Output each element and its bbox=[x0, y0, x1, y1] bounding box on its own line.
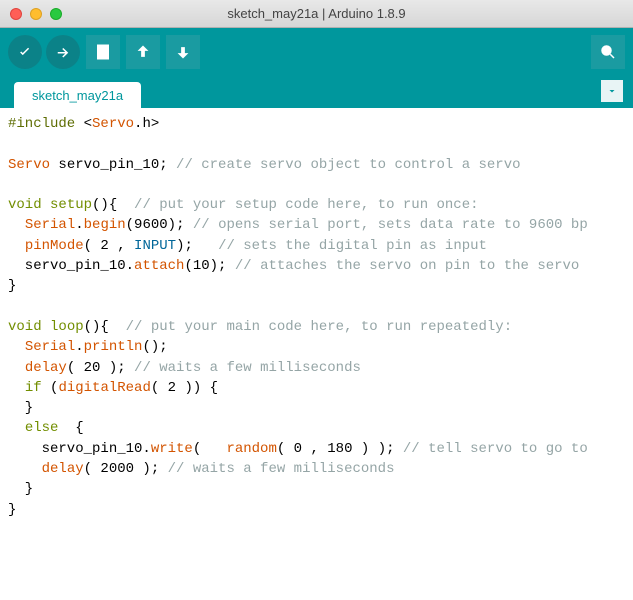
code-token: // create servo object to control a serv… bbox=[176, 157, 520, 173]
code-token: digitalRead bbox=[58, 380, 150, 396]
code-token: setup bbox=[50, 197, 92, 213]
minimize-button[interactable] bbox=[30, 8, 42, 20]
code-token: servo_pin_10. bbox=[8, 258, 134, 274]
code-token bbox=[42, 319, 50, 335]
code-token: // sets the digital pin as input bbox=[218, 238, 487, 254]
maximize-button[interactable] bbox=[50, 8, 62, 20]
code-token: (){ bbox=[92, 197, 134, 213]
code-token: ); bbox=[176, 238, 218, 254]
code-token: . bbox=[75, 339, 83, 355]
code-token: delay bbox=[25, 360, 67, 376]
code-token bbox=[8, 217, 25, 233]
code-token: { bbox=[58, 420, 83, 436]
serial-monitor-button[interactable] bbox=[591, 35, 625, 69]
code-token: INPUT bbox=[134, 238, 176, 254]
code-token: } bbox=[8, 278, 16, 294]
code-token: ( 2 )) { bbox=[151, 380, 218, 396]
code-token: } bbox=[8, 481, 33, 497]
code-token: } bbox=[8, 400, 33, 416]
code-token bbox=[8, 380, 25, 396]
code-token: // waits a few milliseconds bbox=[134, 360, 361, 376]
code-token bbox=[8, 238, 25, 254]
code-token: . bbox=[75, 217, 83, 233]
window-title: sketch_may21a | Arduino 1.8.9 bbox=[0, 6, 633, 21]
close-button[interactable] bbox=[10, 8, 22, 20]
code-token: pinMode bbox=[25, 238, 84, 254]
sketch-tab[interactable]: sketch_may21a bbox=[14, 82, 141, 108]
code-token: void bbox=[8, 197, 42, 213]
code-token: (10); bbox=[184, 258, 234, 274]
code-token bbox=[8, 360, 25, 376]
code-token: // opens serial port, sets data rate to … bbox=[193, 217, 588, 233]
open-button[interactable] bbox=[126, 35, 160, 69]
new-file-button[interactable] bbox=[86, 35, 120, 69]
save-button[interactable] bbox=[166, 35, 200, 69]
code-token: < bbox=[75, 116, 92, 132]
traffic-lights bbox=[10, 8, 62, 20]
code-token: // attaches the servo on pin to the serv… bbox=[235, 258, 588, 274]
code-token: delay bbox=[42, 461, 84, 477]
code-token: if bbox=[25, 380, 42, 396]
code-token: (9600); bbox=[126, 217, 193, 233]
code-token bbox=[8, 420, 25, 436]
code-token: ( 2 , bbox=[84, 238, 134, 254]
code-token: loop bbox=[50, 319, 84, 335]
code-token: // waits a few milliseconds bbox=[168, 461, 395, 477]
code-token: (); bbox=[142, 339, 167, 355]
code-token: ( bbox=[42, 380, 59, 396]
code-token: servo_pin_10. bbox=[8, 441, 151, 457]
code-token: ( bbox=[193, 441, 227, 457]
code-token: // put your setup code here, to run once… bbox=[134, 197, 478, 213]
upload-button[interactable] bbox=[46, 35, 80, 69]
code-token bbox=[8, 339, 25, 355]
code-token: Servo bbox=[8, 157, 50, 173]
code-token: else bbox=[25, 420, 59, 436]
code-token: // tell servo to go to bbox=[403, 441, 588, 457]
code-token bbox=[8, 461, 42, 477]
code-token: println bbox=[84, 339, 143, 355]
code-token: servo_pin_10; bbox=[50, 157, 176, 173]
code-token: .h> bbox=[134, 116, 159, 132]
code-token: attach bbox=[134, 258, 184, 274]
code-token bbox=[42, 197, 50, 213]
verify-button[interactable] bbox=[8, 35, 42, 69]
tab-bar: sketch_may21a bbox=[0, 76, 633, 108]
code-token: (){ bbox=[84, 319, 126, 335]
code-token: Serial bbox=[25, 217, 75, 233]
code-token: ( 2000 ); bbox=[84, 461, 168, 477]
window-title-bar: sketch_may21a | Arduino 1.8.9 bbox=[0, 0, 633, 28]
code-token: } bbox=[8, 502, 16, 518]
code-token: begin bbox=[84, 217, 126, 233]
code-token: void bbox=[8, 319, 42, 335]
code-token: // put your main code here, to run repea… bbox=[126, 319, 512, 335]
code-token: ( 0 , 180 ) ); bbox=[277, 441, 403, 457]
code-editor[interactable]: #include <Servo.h> Servo servo_pin_10; /… bbox=[0, 108, 633, 526]
code-token: write bbox=[151, 441, 193, 457]
code-token: random bbox=[226, 441, 276, 457]
toolbar bbox=[0, 28, 633, 76]
code-token: #include bbox=[8, 116, 75, 132]
code-token: Serial bbox=[25, 339, 75, 355]
code-token: Servo bbox=[92, 116, 134, 132]
code-token: ( 20 ); bbox=[67, 360, 134, 376]
tab-menu-button[interactable] bbox=[601, 80, 623, 102]
